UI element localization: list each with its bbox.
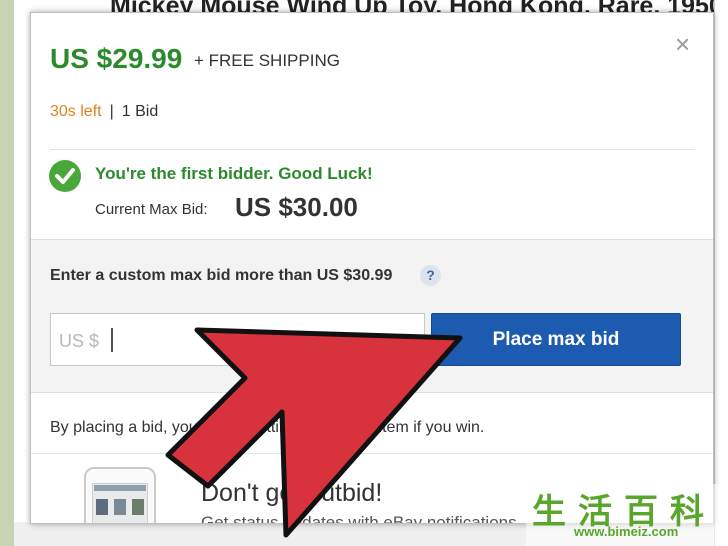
bid-count[interactable]: 1 Bid [122,103,158,120]
bid-status-message: You're the first bidder. Good Luck! [95,164,373,183]
current-price: US $29.99 [50,43,183,74]
time-left: 30s left [50,103,102,120]
watermark-url: www.bimeiz.com [574,524,679,539]
currency-prefix: US $ [59,331,100,351]
shipping-info: + FREE SHIPPING [194,51,340,70]
question-mark-icon[interactable]: ? [420,265,441,286]
current-max-bid-label: Current Max Bid: [95,201,208,218]
background-right-strip [714,0,728,546]
current-max-bid-value: US $30.00 [235,192,358,222]
custom-bid-label: Enter a custom max bid more than US $30.… [50,267,393,284]
phone-thumbnail [96,499,108,515]
watermark: 生活百科 www.bimeiz.com [526,484,728,546]
phone-header-bar [94,485,146,491]
phone-thumbnail [114,499,126,515]
phone-illustration [84,467,156,523]
max-bid-input[interactable]: US $ [50,313,425,366]
promo-title: Don't get outbid! [201,479,383,507]
checkmark-circle-icon [49,160,81,192]
custom-bid-panel: Enter a custom max bid more than US $30.… [31,239,713,393]
text-caret [111,328,113,352]
divider [31,453,713,454]
phone-thumbnail [132,499,144,515]
divider [50,149,695,150]
place-max-bid-button[interactable]: Place max bid [431,313,681,366]
bid-disclaimer: By placing a bid, you're committing to b… [50,419,485,436]
bid-modal: × US $29.99 + FREE SHIPPING 30s left | 1 B… [30,12,714,524]
close-icon[interactable]: × [675,31,690,57]
status-separator: | [109,103,114,120]
background-left-strip [0,0,14,546]
auction-status-row: 30s left | 1 Bid [50,103,158,121]
promo-subtitle: Get status updates with eBay notificatio… [201,513,522,524]
